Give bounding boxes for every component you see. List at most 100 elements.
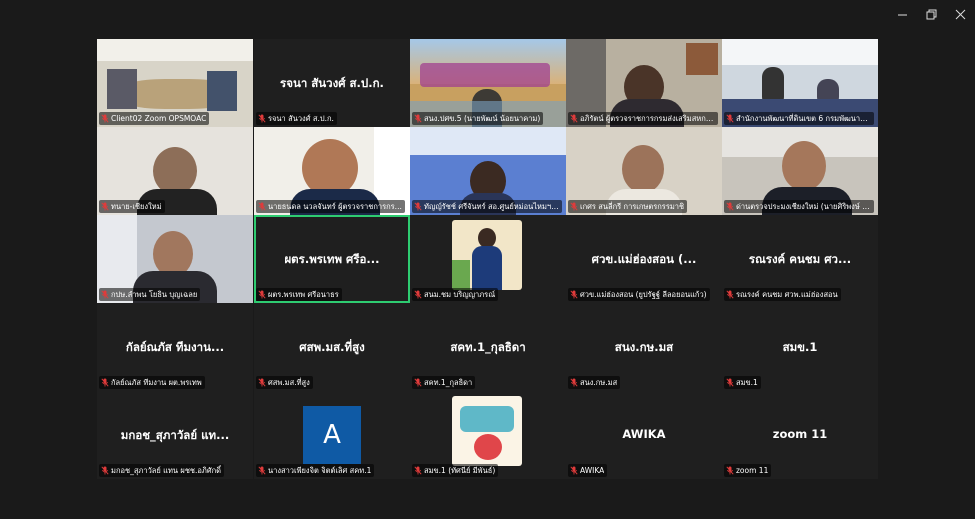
gallery-view: Client02 Zoom OPSMOAC รจนา สันวงศ์ ส.ป.ก.…	[97, 39, 878, 479]
muted-mic-icon	[726, 202, 734, 211]
participant-tile[interactable]: เกศร สนลี่กรี การเกษตรกรรมาชิ	[566, 127, 722, 215]
participant-name-label: สำนักงานพัฒนาที่ดินเขต 6 กรมพัฒนาที่ดิน	[724, 112, 874, 125]
participant-tile[interactable]: zoom 11 zoom 11	[722, 391, 878, 479]
window-controls	[888, 0, 975, 28]
participant-tile[interactable]: สนง.กษ.มส สนง.กษ.มส	[566, 303, 722, 391]
participant-tile[interactable]: กัลย์ณภัส ทีมงาน... กัลย์ณภัส ทีมงาน ผต.พ…	[97, 303, 253, 391]
participant-display-name: zoom 11	[772, 427, 828, 441]
participant-name-label: ทัญญ์รัชช์ ศรีจันทร์ สอ.ศูนย์หม่อนไหมฯ เ…	[412, 200, 562, 213]
participant-display-name: กัลย์ณภัส ทีมงาน...	[125, 340, 225, 354]
muted-mic-icon	[101, 290, 109, 299]
participant-name-label: กปษ.ลำพน โยธิน บุญเฉลย	[99, 288, 201, 301]
participant-tile[interactable]: ด่านตรวจประมงเชียงใหม่ (นายศิริพงษ์ สารก…	[722, 127, 878, 215]
participant-tile[interactable]: ผตร.พรเทพ ศรีอ... ผตร.พรเทพ ศรีอนาธร	[254, 215, 410, 303]
participant-tile[interactable]: ทนาย-เชียงใหม่	[97, 127, 253, 215]
participant-name-label: ผตร.พรเทพ ศรีอนาธร	[256, 288, 342, 301]
participant-name-text: สคท.1_กุลธิดา	[424, 377, 473, 387]
participant-name-label: สนง.ปศข.5 (นายพัฒน์ น้อยนาคาม)	[412, 112, 544, 125]
muted-mic-icon	[414, 466, 422, 475]
participant-name-label: AWIKA	[568, 464, 608, 477]
participant-tile[interactable]: สคท.1_กุลธิดา สคท.1_กุลธิดา	[410, 303, 566, 391]
muted-mic-icon	[570, 378, 578, 387]
participant-tile[interactable]: ศสพ.มส.ที่สูง ศสพ.มส.ที่สูง	[254, 303, 410, 391]
participant-name-text: รจนา สันวงศ์ ส.ป.ก.	[268, 113, 334, 123]
participant-name-text: อภิรัตน์ ผู้ตรวจราชการกรมส่งเสริมสหกรณ์	[580, 113, 715, 123]
participant-name-text: เกศร สนลี่กรี การเกษตรกรรมาชิ	[580, 201, 685, 211]
participant-tile[interactable]: นายธนดล นวลจันทร์ ผู้ตรวจราชการกร...	[254, 127, 410, 215]
participant-name-label: ศสพ.มส.ที่สูง	[256, 376, 313, 389]
participant-tile[interactable]: ศวข.แม่ฮ่องสอน (... ศวข.แม่ฮ่องสอน (ยูปรั…	[566, 215, 722, 303]
participant-display-name: มกอช_สุภาวัลย์ แท...	[120, 428, 230, 442]
participant-tile[interactable]: สมข.1 (ทัศนีย์ มีพันธ์)	[410, 391, 566, 479]
participant-name-label: เกศร สนลี่กรี การเกษตรกรรมาชิ	[568, 200, 688, 213]
muted-mic-icon	[258, 202, 266, 211]
participant-display-name: สมข.1	[782, 340, 818, 354]
muted-mic-icon	[258, 290, 266, 299]
participant-tile[interactable]: สมข.1 สมข.1	[722, 303, 878, 391]
muted-mic-icon	[258, 114, 266, 123]
muted-mic-icon	[101, 466, 109, 475]
participant-name-label: รจนา สันวงศ์ ส.ป.ก.	[256, 112, 337, 125]
participant-tile[interactable]: สนง.ปศข.5 (นายพัฒน์ น้อยนาคาม)	[410, 39, 566, 127]
participant-name-text: รณรงค์ คนชม ศวพ.แม่ฮ่องสอน	[736, 289, 838, 299]
participant-name-text: กัลย์ณภัส ทีมงาน ผต.พรเทพ	[111, 377, 202, 387]
participant-name-label: สมข.1 (ทัศนีย์ มีพันธ์)	[412, 464, 499, 477]
participant-name-text: ผตร.พรเทพ ศรีอนาธร	[268, 289, 339, 299]
participant-name-label: อภิรัตน์ ผู้ตรวจราชการกรมส่งเสริมสหกรณ์	[568, 112, 718, 125]
profile-photo	[452, 220, 522, 290]
participant-name-label: กัลย์ณภัส ทีมงาน ผต.พรเทพ	[99, 376, 205, 389]
muted-mic-icon	[570, 202, 578, 211]
participant-name-text: มกอช_สุภาวัลย์ แทน ผชช.อภิศักดิ์	[111, 465, 222, 475]
participant-name-text: zoom 11	[736, 466, 769, 475]
participant-display-name: สนง.กษ.มส	[614, 340, 674, 354]
muted-mic-icon	[414, 202, 422, 211]
minimize-button[interactable]	[888, 0, 917, 28]
participant-tile[interactable]: รจนา สันวงศ์ ส.ป.ก. รจนา สันวงศ์ ส.ป.ก.	[254, 39, 410, 127]
participant-name-label: สคท.1_กุลธิดา	[412, 376, 476, 389]
muted-mic-icon	[726, 114, 734, 123]
participant-display-name: สคท.1_กุลธิดา	[450, 340, 526, 354]
close-button[interactable]	[946, 0, 975, 28]
avatar: A	[303, 406, 361, 464]
participant-tile[interactable]: สนม.ชม บริญญาภรณ์	[410, 215, 566, 303]
participant-name-text: สนง.กษ.มส	[580, 377, 618, 387]
participant-name-label: ศวข.แม่ฮ่องสอน (ยูปรัฐฐ์ ลีลอยอนแก้ว)	[568, 288, 710, 301]
participant-tile[interactable]: AWIKA AWIKA	[566, 391, 722, 479]
participant-tile[interactable]: อภิรัตน์ ผู้ตรวจราชการกรมส่งเสริมสหกรณ์	[566, 39, 722, 127]
participant-tile[interactable]: Client02 Zoom OPSMOAC	[97, 39, 253, 127]
participant-name-text: สมข.1 (ทัศนีย์ มีพันธ์)	[424, 465, 496, 475]
participant-display-name: รจนา สันวงศ์ ส.ป.ก.	[280, 76, 384, 90]
participant-name-text: สำนักงานพัฒนาที่ดินเขต 6 กรมพัฒนาที่ดิน	[736, 113, 871, 123]
muted-mic-icon	[414, 114, 422, 123]
participant-name-text: ศวข.แม่ฮ่องสอน (ยูปรัฐฐ์ ลีลอยอนแก้ว)	[580, 289, 707, 299]
participant-tile[interactable]: A นางสาวเพียงจิต จิตต์เลิศ สคท.1	[254, 391, 410, 479]
muted-mic-icon	[726, 378, 734, 387]
muted-mic-icon	[570, 466, 578, 475]
participant-tile[interactable]: กปษ.ลำพน โยธิน บุญเฉลย	[97, 215, 253, 303]
participant-name-label: ด่านตรวจประมงเชียงใหม่ (นายศิริพงษ์ สารก…	[724, 200, 874, 213]
minimize-icon	[898, 14, 907, 15]
participant-display-name: ศสพ.มส.ที่สูง	[299, 340, 365, 354]
restore-button[interactable]	[917, 0, 946, 28]
participant-name-label: zoom 11	[724, 464, 772, 477]
muted-mic-icon	[101, 202, 109, 211]
participant-tile[interactable]: มกอช_สุภาวัลย์ แท... มกอช_สุภาวัลย์ แทน ผ…	[97, 391, 253, 479]
muted-mic-icon	[258, 466, 266, 475]
participant-tile[interactable]: รณรงค์ คนชม ศว... รณรงค์ คนชม ศวพ.แม่ฮ่อง…	[722, 215, 878, 303]
participant-tile[interactable]: ทัญญ์รัชช์ ศรีจันทร์ สอ.ศูนย์หม่อนไหมฯ เ…	[410, 127, 566, 215]
participant-display-name: รณรงค์ คนชม ศว...	[748, 252, 852, 266]
participant-name-text: สนม.ชม บริญญาภรณ์	[424, 289, 496, 299]
participant-name-label: นายธนดล นวลจันทร์ ผู้ตรวจราชการกร...	[256, 200, 405, 213]
muted-mic-icon	[414, 290, 422, 299]
muted-mic-icon	[726, 290, 734, 299]
participant-tile[interactable]: สำนักงานพัฒนาที่ดินเขต 6 กรมพัฒนาที่ดิน	[722, 39, 878, 127]
profile-logo	[452, 396, 522, 466]
muted-mic-icon	[726, 466, 734, 475]
participant-name-text: Client02 Zoom OPSMOAC	[111, 114, 207, 123]
participant-name-label: ทนาย-เชียงใหม่	[99, 200, 165, 213]
muted-mic-icon	[570, 114, 578, 123]
participant-name-text: สมข.1	[736, 377, 758, 387]
participant-name-text: นายธนดล นวลจันทร์ ผู้ตรวจราชการกร...	[268, 201, 402, 211]
close-icon	[955, 9, 966, 19]
participant-name-label: นางสาวเพียงจิต จิตต์เลิศ สคท.1	[256, 464, 375, 477]
